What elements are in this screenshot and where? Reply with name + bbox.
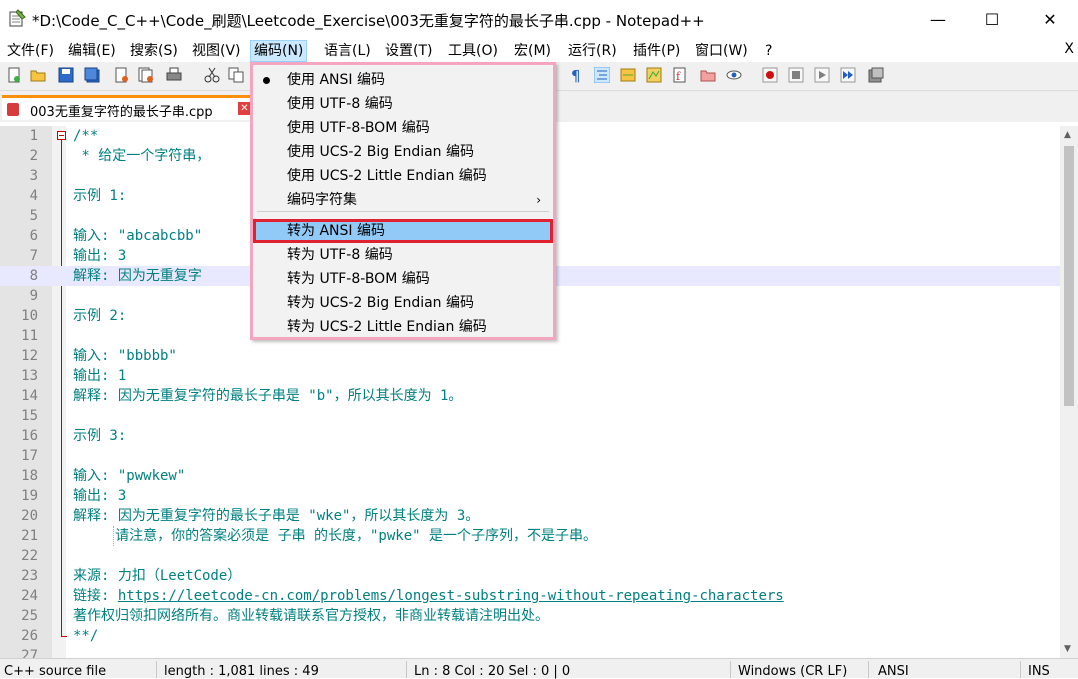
code-line: 18 输入: "pwwkew" [21,468,186,484]
save-icon[interactable] [58,67,74,83]
menu-bar: 文件(F) 编辑(E) 搜索(S) 视图(V) 编码(N) 语言(L) 设置(T… [0,38,1078,62]
svg-text:¶: ¶ [571,67,581,83]
tab-label: 003无重复字符的最长子串.cpp [30,105,213,120]
use-utf8-bom-encoding-item[interactable]: 使用 UTF-8-BOM 编码 [253,116,553,140]
code-line: 27 [21,648,38,658]
code-line: 14 解释: 因为无重复字符的最长子串是 "b"，所以其长度为 1。 [21,388,463,404]
unsaved-file-icon [7,103,19,116]
use-ucs2-little-endian-item[interactable]: 使用 UCS-2 Little Endian 编码 [253,164,553,188]
convert-to-ucs2-little-endian-item[interactable]: 转为 UCS-2 Little Endian 编码 [253,315,553,339]
run-macro-multiple-icon[interactable] [840,67,856,83]
status-divider [406,661,407,678]
convert-to-utf8-item[interactable]: 转为 UTF-8 编码 [253,243,553,267]
status-divider [156,661,157,678]
code-line: 13 输出: 1 [21,368,127,384]
menu-settings[interactable]: 设置(T) [382,41,435,61]
menu-file[interactable]: 文件(F) [4,41,57,61]
window-title: *D:\Code_C_C++\Code_刷题\Leetcode_Exercise… [32,12,705,30]
character-sets-submenu[interactable]: 编码字符集 › [253,188,553,212]
menu-plugins[interactable]: 插件(P) [630,41,683,61]
menu-view[interactable]: 视图(V) [189,41,244,61]
title-bar: *D:\Code_C_C++\Code_刷题\Leetcode_Exercise… [0,0,1078,38]
code-line: 19 输出: 3 [21,488,127,504]
menu-edit[interactable]: 编辑(E) [65,41,119,61]
scroll-up-icon[interactable]: ▲ [1064,130,1071,140]
convert-to-ucs2-big-endian-item[interactable]: 转为 UCS-2 Big Endian 编码 [253,291,553,315]
encoding-dropdown-menu: 使用 ANSI 编码 使用 UTF-8 编码 使用 UTF-8-BOM 编码 使… [250,62,556,340]
convert-to-utf8-bom-item[interactable]: 转为 UTF-8-BOM 编码 [253,267,553,291]
menu-window[interactable]: 窗口(W) [692,41,751,61]
scroll-thumb[interactable] [1064,146,1074,406]
record-macro-icon[interactable] [762,67,778,83]
code-line: 23 来源: 力扣（LeetCode） [21,568,242,584]
menu-help[interactable]: ? [762,41,775,61]
chevron-right-icon: › [536,193,541,207]
code-line: 17 [21,448,38,464]
save-all-icon[interactable] [84,67,100,83]
use-ansi-encoding-item[interactable]: 使用 ANSI 编码 [253,68,553,92]
folder-workspace-icon[interactable] [700,67,716,83]
new-file-icon[interactable] [6,67,22,83]
monitoring-eye-icon[interactable] [726,67,742,83]
use-utf8-encoding-item[interactable]: 使用 UTF-8 编码 [253,92,553,116]
stop-macro-icon[interactable] [788,67,804,83]
close-file-icon[interactable] [114,67,130,83]
vertical-scrollbar[interactable]: ▲ ▼ [1060,126,1078,658]
indent-guide-icon[interactable] [594,67,610,83]
code-line: 20 解释: 因为无重复字符的最长子串是 "wke"，所以其长度为 3。 [21,508,480,524]
menu-language[interactable]: 语言(L) [321,41,374,61]
menu-tools[interactable]: 工具(O) [445,41,501,61]
save-macro-icon[interactable] [868,67,884,83]
code-line: 26 **/ [21,628,99,644]
code-line: 21 请注意，你的答案必须是 子串 的长度，"pwke" 是一个子序列，不是子串… [21,526,598,546]
close-document-button[interactable]: X [1064,41,1074,57]
print-icon[interactable] [166,67,182,83]
cut-icon[interactable] [204,67,220,83]
status-divider [1020,661,1021,678]
function-list-icon[interactable]: f [672,67,688,83]
close-all-icon[interactable] [138,67,154,83]
menu-run[interactable]: 运行(R) [565,41,620,61]
notepadpp-icon [9,9,26,27]
code-line: 16 示例 3: [21,428,127,444]
menu-encoding[interactable]: 编码(N) [250,40,308,62]
menu-separator [257,211,549,212]
tab-003-cpp[interactable]: 003无重复字符的最长子串.cpp ✕ [2,95,251,120]
show-all-characters-icon[interactable]: ¶ [568,67,584,83]
maximize-button[interactable]: ☐ [964,0,1020,38]
menu-search[interactable]: 搜索(S) [127,41,181,61]
scroll-down-icon[interactable]: ▼ [1064,644,1071,654]
code-line: 22 [21,548,38,564]
user-language-icon[interactable] [620,67,636,83]
status-divider [868,661,869,678]
code-line: 24 链接: https://leetcode-cn.com/problems/l… [21,588,784,604]
close-button[interactable]: ✕ [1022,0,1078,38]
status-bar: C++ source file length : 1,081 lines : 4… [0,658,1078,679]
status-divider [730,661,731,678]
copy-icon[interactable] [228,67,244,83]
play-macro-icon[interactable] [814,67,830,83]
convert-to-ansi-item[interactable]: 转为 ANSI 编码 [253,219,553,243]
open-file-icon[interactable] [30,67,46,83]
minimize-button[interactable]: — [910,0,966,38]
source-url-link[interactable]: https://leetcode-cn.com/problems/longest… [118,588,784,604]
document-map-icon[interactable] [646,67,662,83]
selected-bullet-icon [263,77,270,84]
code-line: 15 [21,408,38,424]
code-line: 25 著作权归领扣网络所有。商业转载请联系官方授权，非商业转载请注明出处。 [21,608,549,624]
code-line: 12 输入: "bbbbb" [21,348,177,364]
use-ucs2-big-endian-item[interactable]: 使用 UCS-2 Big Endian 编码 [253,140,553,164]
menu-macro[interactable]: 宏(M) [511,41,554,61]
